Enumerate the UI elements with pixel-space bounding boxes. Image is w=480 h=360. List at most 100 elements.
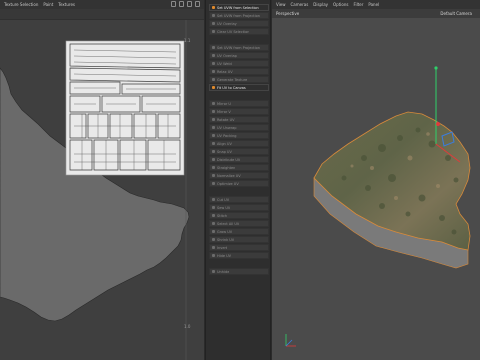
- uv-command-button[interactable]: UV Weld: [209, 60, 269, 67]
- uv-tile: [65, 40, 185, 176]
- uv-command-button[interactable]: Select All UV: [209, 220, 269, 227]
- uv-command-icon: [212, 230, 215, 233]
- uv-command-icon: [212, 150, 215, 153]
- menu-textures[interactable]: Textures: [58, 2, 75, 7]
- uv-command-label: Shrink UV: [217, 237, 235, 242]
- uv-command-icon: [212, 54, 215, 57]
- uv-command-button[interactable]: UV Overlay: [209, 20, 269, 27]
- uv-command-icon: [212, 214, 215, 217]
- uv-command-button[interactable]: Mirror V: [209, 108, 269, 115]
- uv-command-label: Clear UV Selection: [217, 29, 250, 34]
- uv-command-icon: [212, 102, 215, 105]
- uv-command-label: UV Overlap: [217, 53, 237, 58]
- uv-command-button[interactable]: Mirror U: [209, 100, 269, 107]
- uv-command-button[interactable]: Set UVW from Projection: [209, 12, 269, 19]
- uv-command-button[interactable]: Shrink UV: [209, 236, 269, 243]
- uv-command-button[interactable]: Straighten: [209, 164, 269, 171]
- uv-command-button[interactable]: Hide UV: [209, 252, 269, 259]
- uv-editor-panel: Texture Selection Paint Textures 1.1 1.0: [0, 0, 204, 360]
- uv-command-icon: [212, 182, 215, 185]
- uv-command-icon: [212, 62, 215, 65]
- uv-command-icon: [212, 222, 215, 225]
- uv-tick-bottom: 1.0: [184, 324, 191, 329]
- uv-command-icon: [212, 30, 215, 33]
- uv-command-icon: [212, 254, 215, 257]
- uv-command-label: Stitch: [217, 213, 228, 218]
- rotate-icon[interactable]: [187, 1, 192, 7]
- uv-canvas-graphics: [0, 20, 190, 360]
- uv-command-icon: [212, 22, 215, 25]
- viewport-panel: View Cameras Display Options Filter Pane…: [272, 0, 480, 360]
- uv-command-button[interactable]: Relax UV: [209, 68, 269, 75]
- menu-texture-selection[interactable]: Texture Selection: [4, 2, 38, 7]
- uv-command-icon: [212, 14, 215, 17]
- menu-view[interactable]: View: [276, 2, 286, 7]
- uv-command-label: UV Packing: [217, 133, 237, 138]
- zoom-icon[interactable]: [179, 1, 184, 7]
- uv-command-button[interactable]: Unhide: [209, 268, 269, 275]
- uv-command-button[interactable]: Sew UV: [209, 204, 269, 211]
- uv-command-icon: [212, 78, 215, 81]
- uv-command-icon: [212, 46, 215, 49]
- uv-editor-menubar: Texture Selection Paint Textures: [0, 0, 204, 9]
- menu-options[interactable]: Options: [333, 2, 348, 7]
- uv-command-label: Mirror V: [217, 109, 231, 114]
- uv-command-label: Set UVW from Projection: [217, 45, 260, 50]
- uv-command-label: UV Weld: [217, 61, 232, 66]
- uv-command-button[interactable]: Align UV: [209, 140, 269, 147]
- uv-command-icon: [212, 158, 215, 161]
- uv-command-label: Grow UV: [217, 229, 233, 234]
- uv-command-button[interactable]: UV Unwrap: [209, 124, 269, 131]
- uv-command-button[interactable]: Stitch: [209, 212, 269, 219]
- uv-command-button[interactable]: Clear UV Selection: [209, 28, 269, 35]
- uv-command-label: UV Overlay: [217, 21, 237, 26]
- viewport-header: Perspective Default Camera: [272, 9, 480, 18]
- uv-command-label: Mirror U: [217, 101, 231, 106]
- maximize-icon[interactable]: [195, 1, 200, 7]
- uv-command-label: Invert: [217, 245, 228, 250]
- uv-command-button[interactable]: Optimize UV: [209, 180, 269, 187]
- camera-selector[interactable]: Default Camera: [440, 11, 472, 16]
- gizmo-x-handle[interactable]: [436, 122, 440, 126]
- uv-command-icon: [212, 86, 215, 89]
- uv-command-button[interactable]: Fit UV to Canvas: [209, 84, 269, 91]
- uv-canvas[interactable]: 1.1 1.0: [0, 20, 204, 360]
- app-window: Texture Selection Paint Textures 1.1 1.0…: [0, 0, 480, 360]
- uv-command-label: Generate Texture: [217, 77, 248, 82]
- uv-commands-panel: Set UVW from Selection Set UVW from Proje…: [205, 0, 271, 360]
- uv-command-label: Align UV: [217, 141, 232, 146]
- menu-cameras[interactable]: Cameras: [291, 2, 309, 7]
- uv-command-icon: [212, 6, 215, 9]
- uv-command-icon: [212, 110, 215, 113]
- uv-command-button[interactable]: Rotate UV: [209, 116, 269, 123]
- world-axis-z: [285, 339, 293, 347]
- uv-command-button[interactable]: UV Overlap: [209, 52, 269, 59]
- menu-display[interactable]: Display: [313, 2, 328, 7]
- menu-paint[interactable]: Paint: [43, 2, 53, 7]
- uv-command-button[interactable]: Set UVW from Projection: [209, 44, 269, 51]
- uv-command-button[interactable]: Set UVW from Selection: [209, 4, 269, 11]
- uv-command-icon: [212, 246, 215, 249]
- uv-command-icon: [212, 70, 215, 73]
- uv-command-icon: [212, 198, 215, 201]
- move-icon[interactable]: [171, 1, 176, 7]
- uv-command-label: Select All UV: [217, 221, 240, 226]
- viewport-canvas[interactable]: [272, 18, 480, 360]
- uv-command-button[interactable]: Grow UV: [209, 228, 269, 235]
- menu-panel[interactable]: Panel: [368, 2, 379, 7]
- uv-command-button[interactable]: Snap UV: [209, 148, 269, 155]
- viewport-menubar: View Cameras Display Options Filter Pane…: [272, 0, 480, 9]
- uv-command-button[interactable]: Generate Texture: [209, 76, 269, 83]
- uv-command-label: Straighten: [217, 165, 236, 170]
- uv-command-label: Relax UV: [217, 69, 233, 74]
- gizmo-y-handle[interactable]: [434, 66, 438, 70]
- menu-filter[interactable]: Filter: [353, 2, 363, 7]
- uv-command-icon: [212, 126, 215, 129]
- uv-command-button[interactable]: Normalize UV: [209, 172, 269, 179]
- uv-command-button[interactable]: Invert: [209, 244, 269, 251]
- uv-command-label: Distribute UV: [217, 157, 241, 162]
- uv-command-button[interactable]: UV Packing: [209, 132, 269, 139]
- uv-command-button[interactable]: Distribute UV: [209, 156, 269, 163]
- uv-command-icon: [212, 270, 215, 273]
- uv-command-button[interactable]: Cut UV: [209, 196, 269, 203]
